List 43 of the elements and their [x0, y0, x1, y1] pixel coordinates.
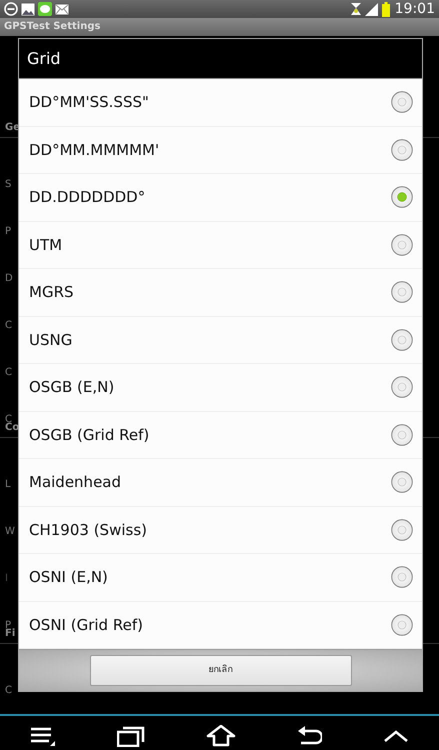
- radio-button[interactable]: [391, 138, 413, 161]
- option-row[interactable]: CH1903 (Swiss): [19, 506, 422, 554]
- radio-button[interactable]: [391, 91, 413, 114]
- radio-button[interactable]: [391, 234, 413, 256]
- battery-icon: [382, 2, 390, 16]
- section-header: Co: [5, 422, 20, 433]
- radio-button[interactable]: [391, 376, 413, 398]
- menu-icon[interactable]: [30, 726, 55, 746]
- radio-button[interactable]: [391, 566, 413, 588]
- back-icon[interactable]: [298, 726, 322, 746]
- section-header: Fi: [5, 628, 16, 639]
- radio-button[interactable]: [391, 518, 413, 541]
- setting-summary: I: [5, 573, 8, 585]
- setting-summary: D: [5, 273, 13, 285]
- caret-up-icon[interactable]: [384, 729, 408, 743]
- blocked-icon: [4, 2, 18, 16]
- clock: 19:01: [394, 0, 435, 18]
- option-row[interactable]: DD°MM.MMMMM': [19, 126, 422, 174]
- option-row[interactable]: UTM: [19, 222, 422, 269]
- envelope-icon: [55, 4, 69, 14]
- radio-button[interactable]: [391, 471, 413, 494]
- home-icon[interactable]: [206, 725, 236, 747]
- gps-icon: [350, 2, 362, 16]
- radio-button[interactable]: [391, 281, 413, 304]
- setting-summary: P: [5, 226, 12, 238]
- option-row[interactable]: USNG: [19, 316, 422, 364]
- setting-summary: C: [5, 367, 12, 379]
- app-title: GPSTest Settings: [0, 18, 439, 36]
- radio-button[interactable]: [391, 328, 413, 351]
- setting-summary: L: [5, 479, 11, 491]
- radio-button[interactable]: [391, 186, 413, 208]
- chat-icon: [38, 2, 52, 16]
- setting-summary: C: [5, 685, 12, 697]
- dialog-title: Grid: [27, 48, 61, 70]
- cancel-button[interactable]: ยกเลิก: [90, 655, 352, 686]
- setting-summary: S: [5, 179, 12, 191]
- radio-button[interactable]: [391, 614, 413, 636]
- signal-icon: [364, 2, 379, 16]
- image-icon: [21, 2, 35, 16]
- setting-summary: W: [5, 526, 15, 538]
- setting-summary: C: [5, 320, 12, 332]
- recent-apps-icon[interactable]: [116, 725, 145, 747]
- radio-button[interactable]: [391, 424, 413, 446]
